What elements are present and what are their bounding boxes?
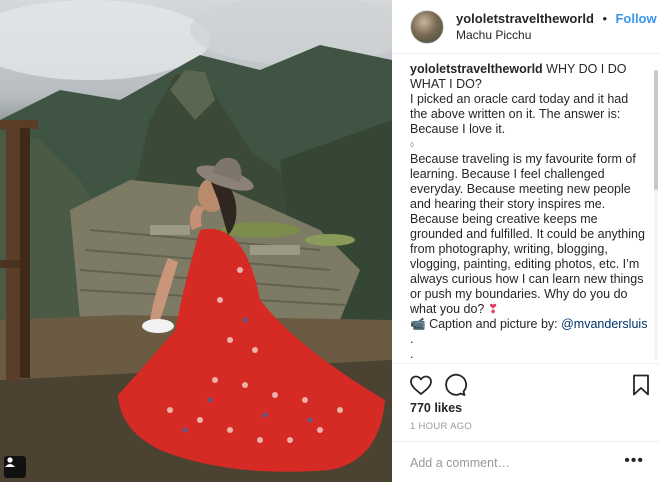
avatar[interactable]	[410, 9, 444, 44]
comment-bar: •••	[392, 441, 660, 482]
caption-body: Because traveling is my favourite form o…	[410, 152, 645, 316]
mention-link[interactable]: @mvandersluis	[561, 317, 647, 331]
post-side-panel: yololetstraveltheworld • Follow Machu Pi…	[392, 0, 660, 482]
camera-emoji: 📹	[410, 317, 426, 331]
heart-icon[interactable]	[409, 373, 433, 397]
caption-line-2: I picked an oracle card today and it had…	[410, 92, 629, 136]
like-count[interactable]: 770 likes	[410, 401, 462, 415]
caption-dot-1: .	[410, 332, 414, 346]
location-link[interactable]: Machu Picchu	[456, 27, 657, 43]
follow-button[interactable]: Follow	[615, 11, 656, 26]
machu-picchu-illustration	[0, 0, 392, 482]
header-username[interactable]: yololetstraveltheworld	[456, 11, 594, 26]
comment-input[interactable]	[410, 454, 610, 472]
caption-dot-2: .	[410, 347, 414, 361]
post-timestamp: 1 HOUR AGO	[410, 421, 473, 432]
action-bar	[392, 363, 660, 403]
heart-emoji: ❣	[487, 302, 499, 316]
caption-scrollbar[interactable]	[654, 70, 658, 360]
post-header: yololetstraveltheworld • Follow Machu Pi…	[392, 0, 660, 54]
header-text: yololetstraveltheworld • Follow Machu Pi…	[456, 11, 657, 43]
caption-divider: ⬨	[410, 139, 415, 149]
more-options-button[interactable]: •••	[624, 452, 644, 470]
comment-icon[interactable]	[443, 373, 467, 397]
scrollbar-thumb[interactable]	[654, 70, 658, 190]
user-tag-icon[interactable]	[4, 456, 26, 478]
credit-text: Caption and picture by:	[429, 317, 558, 331]
post-photo[interactable]	[0, 0, 392, 482]
caption: yololetstraveltheworld WHY DO I DO WHAT …	[410, 62, 648, 362]
bookmark-icon[interactable]	[629, 373, 653, 397]
caption-username[interactable]: yololetstraveltheworld	[410, 62, 543, 76]
header-separator: •	[602, 10, 607, 26]
